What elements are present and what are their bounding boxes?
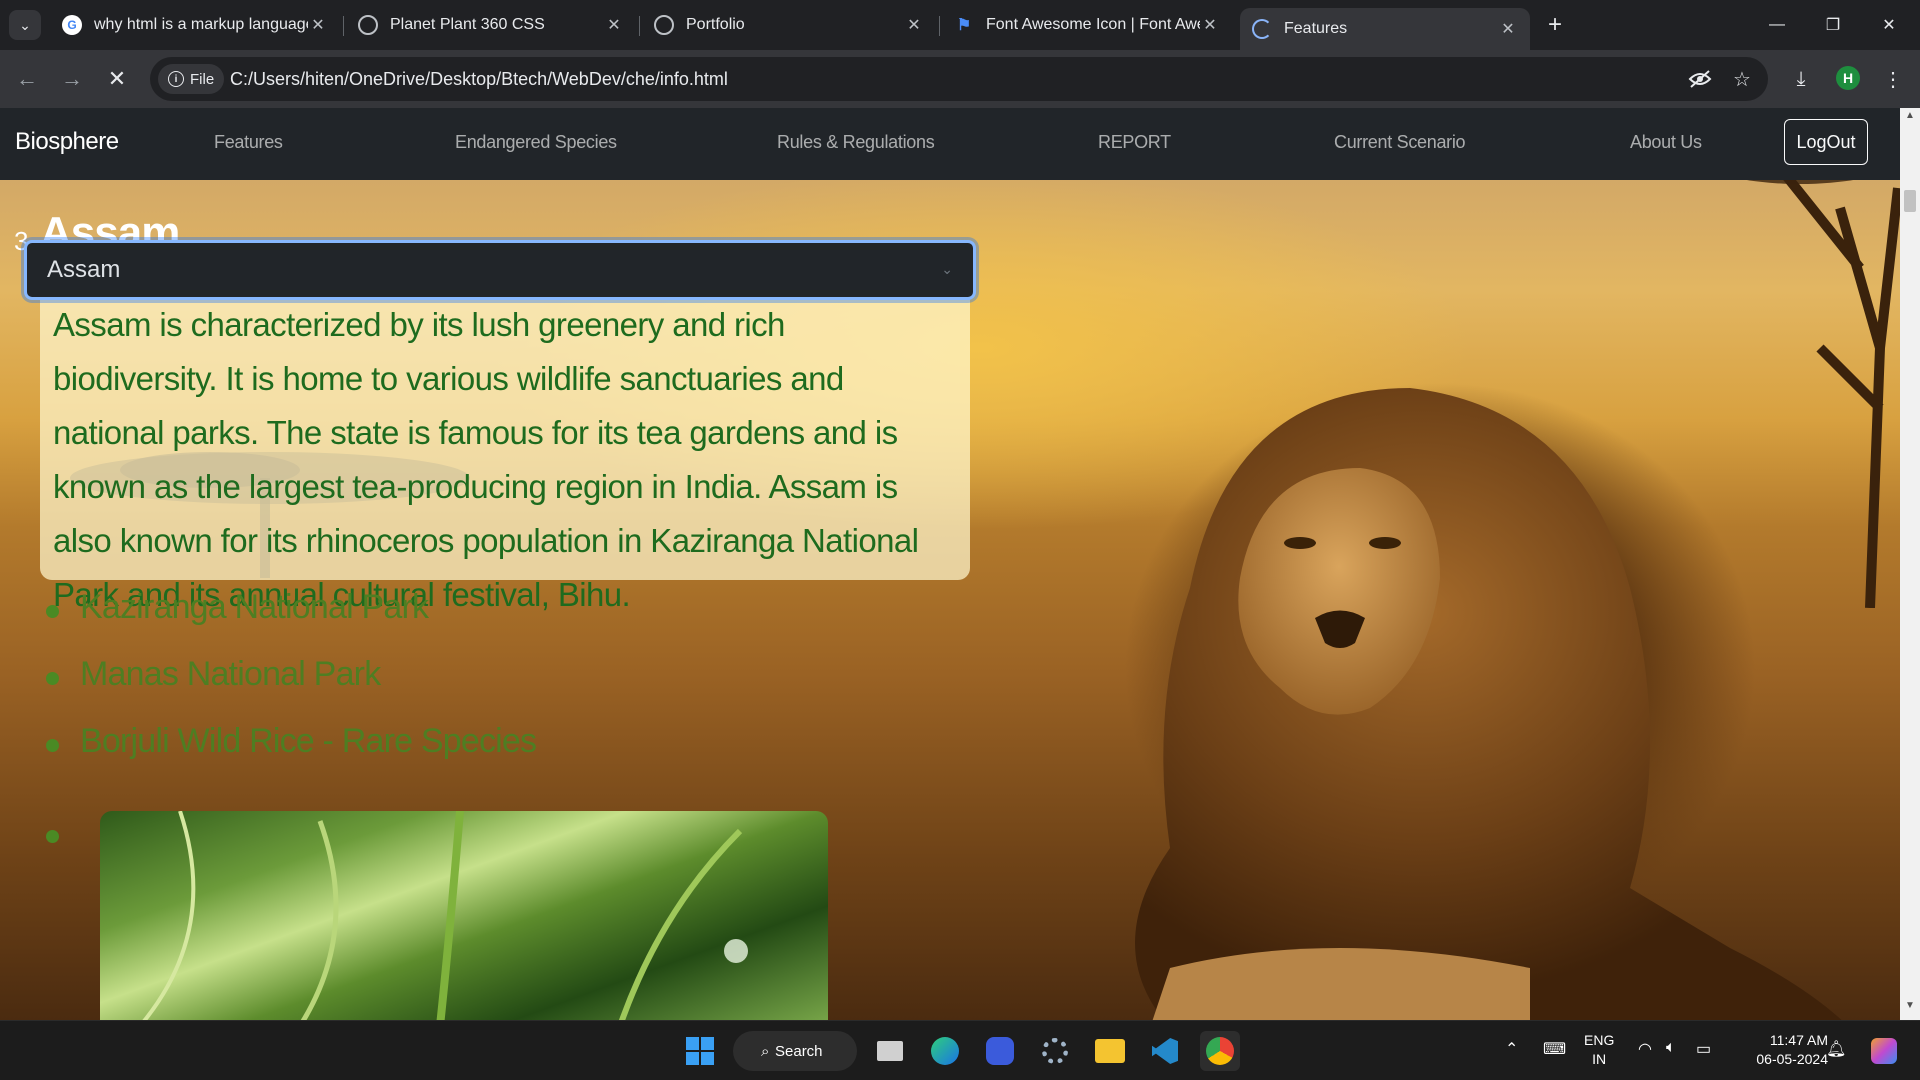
new-tab-button[interactable]: + [1541,10,1569,40]
edge-icon[interactable] [925,1031,965,1071]
nav-endangered-species[interactable]: Endangered Species [455,132,617,153]
taskbar-search[interactable]: ⌕ Search [733,1031,857,1071]
flag-icon: ⚑ [956,17,972,34]
address-bar[interactable]: i File C:/Users/hiten/OneDrive/Desktop/B… [150,57,1768,101]
stop-loading-button[interactable]: ✕ [100,62,134,96]
chevron-down-icon: ⌄ [19,16,31,33]
browser-toolbar: ← → ✕ i File C:/Users/hiten/OneDrive/Des… [0,50,1920,108]
description-card: Assam is characterized by its lush green… [40,298,970,613]
restore-icon: ❐ [1825,17,1841,34]
browser-tab[interactable]: Portfolio ✕ [642,8,936,42]
close-icon[interactable]: ✕ [1498,19,1518,39]
close-icon: ✕ [107,66,127,91]
clock-time: 11:47 AM [1769,1032,1828,1048]
arrow-left-icon: ← [16,66,38,91]
nav-features[interactable]: Features [214,132,283,153]
list-item: Borjuli Wild Rice - Rare Species [46,722,537,789]
close-icon[interactable]: ✕ [1200,15,1220,35]
tab-title: Planet Plant 360 CSS [390,16,545,33]
battery-icon[interactable]: ▭ [1696,1039,1711,1059]
page-viewport: Biosphere Features Endangered Species Ru… [0,108,1900,1020]
tab-title: why html is a markup language [94,16,308,33]
profile-avatar[interactable]: H [1836,66,1860,90]
clock-date: 06-05-2024 [1756,1051,1828,1067]
chevron-down-icon: ⌄ [941,261,953,277]
scroll-thumb[interactable] [1904,190,1916,212]
highlights-list: Kaziranga National Park Manas National P… [46,588,537,789]
chevron-up-icon[interactable]: ⌃ [1505,1039,1518,1059]
plus-icon: + [1547,11,1562,38]
volume-icon[interactable]: 🔈︎ [1666,1039,1676,1057]
close-window-button[interactable]: ✕ [1866,8,1912,42]
close-icon[interactable]: ✕ [604,15,624,35]
nav-rules-regulations[interactable]: Rules & Regulations [777,132,935,153]
globe-icon [358,15,378,35]
list-bullet [46,830,59,843]
tab-search-menu-button[interactable]: ⌄ [9,10,41,40]
logout-button[interactable]: LogOut [1784,119,1868,165]
url-text[interactable]: C:/Users/hiten/OneDrive/Desktop/Btech/We… [230,69,728,90]
list-item: Kaziranga National Park [46,588,536,655]
wild-rice-image [100,811,828,1020]
site-navbar: Biosphere Features Endangered Species Ru… [0,108,1900,180]
tab-strip: ⌄ G why html is a markup language ✕ Plan… [0,0,1920,50]
close-icon: ✕ [1882,17,1896,34]
restore-button[interactable]: ❐ [1810,8,1856,42]
close-icon[interactable]: ✕ [904,15,924,35]
browser-tab[interactable]: ⚑ Font Awesome Icon | Font Awesome ✕ [942,8,1232,42]
arrow-right-icon: → [61,66,83,91]
wifi-icon[interactable]: ◠ [1638,1039,1652,1059]
settings-icon[interactable] [1035,1031,1075,1071]
windows-start-icon[interactable] [680,1031,720,1071]
close-icon[interactable]: ✕ [308,15,328,35]
page-scrollbar[interactable] [1900,108,1920,1020]
list-item: Manas National Park [46,655,536,722]
language-indicator[interactable]: ENG IN [1584,1031,1614,1069]
region-code: IN [1592,1051,1607,1067]
minimize-icon: — [1769,16,1785,33]
site-info-chip[interactable]: i File [158,64,225,94]
zoom-icon[interactable] [980,1031,1020,1071]
nav-about-us[interactable]: About Us [1630,132,1702,153]
more-menu-icon[interactable]: ⋮ [1876,62,1910,96]
globe-icon [654,15,674,35]
nav-report[interactable]: REPORT [1098,132,1171,153]
state-description: Assam is characterized by its lush green… [53,306,919,613]
lion-image [1135,388,1842,1020]
browser-tab[interactable]: Planet Plant 360 CSS ✕ [346,8,636,42]
nav-current-scenario[interactable]: Current Scenario [1334,132,1466,153]
system-clock[interactable]: 11:47 AM 06-05-2024 [1734,1031,1828,1069]
tab-title: Portfolio [686,16,745,33]
eye-off-icon[interactable] [1686,65,1714,93]
browser-tab-active[interactable]: Features ✕ [1240,8,1530,50]
windows-taskbar: ⌕ Search ⌃ ⌨ ENG IN ◠ 🔈︎ ▭ 11:47 AM 06-0… [0,1020,1920,1080]
forward-button[interactable]: → [55,62,89,96]
file-explorer-icon[interactable] [1090,1031,1130,1071]
state-select[interactable]: Assam ⌄ [24,240,976,300]
brand-logo[interactable]: Biosphere [15,128,119,156]
google-icon: G [62,15,82,35]
star-icon[interactable]: ☆ [1728,65,1756,93]
search-label: Search [775,1042,823,1060]
chip-label: File [190,70,215,88]
task-view-icon[interactable] [870,1031,910,1071]
minimize-button[interactable]: — [1754,8,1800,42]
download-icon[interactable]: ⤓ [1784,62,1818,96]
browser-tab[interactable]: G why html is a markup language ✕ [50,8,340,42]
tab-title: Features [1284,20,1348,37]
search-icon: ⌕ [761,1042,770,1060]
scroll-down-icon[interactable]: ▼ [1900,1000,1920,1016]
chrome-icon[interactable] [1200,1031,1240,1071]
copilot-icon[interactable] [1864,1031,1904,1071]
state-select-value: Assam [47,256,121,283]
scroll-up-icon[interactable]: ▲ [1900,110,1920,126]
lang-code: ENG [1584,1032,1615,1048]
keyboard-icon[interactable]: ⌨ [1543,1039,1566,1059]
loading-icon [1252,19,1272,39]
info-icon: i [168,71,184,87]
tab-title: Font Awesome Icon | Font Awesome [986,16,1200,33]
notification-bell-icon[interactable]: 🔔︎ [1826,1039,1846,1059]
back-button[interactable]: ← [10,62,44,96]
vscode-icon[interactable] [1145,1031,1185,1071]
